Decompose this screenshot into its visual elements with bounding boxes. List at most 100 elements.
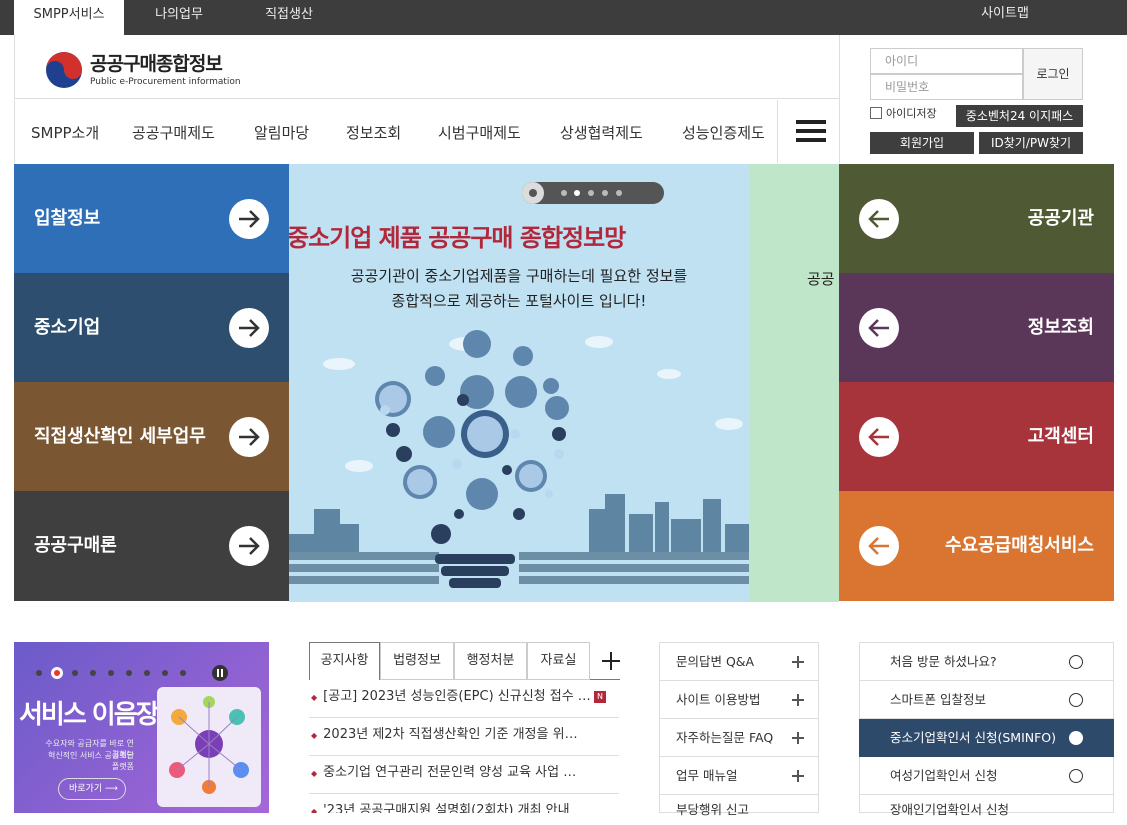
- chevron-right-circle-icon: [1069, 655, 1083, 669]
- main-nav: SMPP소개 공공구매제도 알림마당 정보조회 시범구매제도 상생협력제도 성능…: [14, 100, 839, 163]
- hamburger-menu-icon[interactable]: [777, 100, 840, 163]
- tile-procurement-loan[interactable]: 공공구매론: [14, 491, 289, 601]
- tile-bid-info[interactable]: 입찰정보: [14, 164, 289, 273]
- tab-admin-action[interactable]: 행정처분: [454, 642, 527, 680]
- shortcut-button[interactable]: 바로가기 ⟶: [58, 778, 126, 800]
- link-manual[interactable]: 업무 매뉴얼: [659, 757, 819, 795]
- slide-dot[interactable]: [36, 670, 42, 676]
- pager-dot-active[interactable]: [574, 190, 580, 196]
- slide-dot[interactable]: [180, 670, 186, 676]
- arrow-left-icon: [859, 526, 899, 566]
- more-plus-icon[interactable]: [600, 650, 622, 672]
- tab-law-info[interactable]: 법령정보: [380, 642, 454, 680]
- chevron-right-circle-icon: [1069, 769, 1083, 783]
- arrow-right-icon: [229, 526, 269, 566]
- slide-dot[interactable]: [72, 670, 78, 676]
- find-id-pw-button[interactable]: ID찾기/PW찾기: [979, 132, 1083, 154]
- slide-dot[interactable]: [144, 670, 150, 676]
- logo-subtitle: Public e-Procurement information: [90, 77, 241, 87]
- pager-dot[interactable]: [602, 190, 608, 196]
- notice-item[interactable]: ◆ 중소기업 연구관리 전문인력 양성 교육 사업 …: [309, 756, 619, 794]
- arrow-left-icon: [859, 417, 899, 457]
- save-id-checkbox[interactable]: 아이디저장: [870, 105, 937, 121]
- notice-item[interactable]: ◆ 2023년 제2차 직접생산확인 기준 개정을 위…: [309, 718, 619, 756]
- play-icon: [529, 189, 537, 197]
- arrow-left-icon: [859, 308, 899, 348]
- arrow-right-icon: [229, 417, 269, 457]
- tab-archive[interactable]: 자료실: [527, 642, 590, 680]
- sitemap-link[interactable]: 사이트맵: [960, 0, 1050, 28]
- quick-first-visit[interactable]: 처음 방문 하셨나요?: [859, 642, 1114, 681]
- tile-label: 직접생산확인 세부업무: [34, 426, 206, 447]
- tile-customer-center[interactable]: 고객센터: [839, 382, 1114, 491]
- new-badge: N: [594, 691, 606, 703]
- slide-dot[interactable]: [90, 670, 96, 676]
- checkbox-icon[interactable]: [870, 107, 882, 119]
- pager-dot[interactable]: [561, 190, 567, 196]
- plus-icon: [792, 732, 804, 744]
- slide-dot[interactable]: [126, 670, 132, 676]
- logo-title[interactable]: 공공구매종합정보: [90, 49, 223, 76]
- pager-play-button[interactable]: [522, 182, 544, 204]
- nav-notice[interactable]: 알림마당: [254, 100, 309, 163]
- nav-info-search[interactable]: 정보조회: [346, 100, 401, 163]
- top-tab-smpp[interactable]: SMPP서비스: [14, 0, 124, 35]
- chevron-right-circle-icon: [1069, 731, 1083, 745]
- pager-dot[interactable]: [588, 190, 594, 196]
- arrow-right-icon: [229, 199, 269, 239]
- slide-dot[interactable]: [162, 670, 168, 676]
- service-banner-text-2: 혁신적인 서비스 공공조달 플랫폼: [47, 751, 134, 771]
- slide-dot[interactable]: [108, 670, 114, 676]
- quick-disabled-enterprise[interactable]: 장애인기업확인서 신청: [859, 795, 1114, 817]
- plus-icon: [792, 694, 804, 706]
- nav-performance-cert[interactable]: 성능인증제도: [682, 100, 765, 163]
- easypass-button[interactable]: 중소벤처24 이지패스: [956, 105, 1083, 127]
- top-tab-direct[interactable]: 직접생산: [234, 0, 344, 35]
- login-box: 아이디 비밀번호 로그인 아이디저장 중소벤처24 이지패스 회원가입 ID찾기…: [839, 35, 1127, 163]
- notice-item[interactable]: ◆ '23년 공공구매지원 설명회(2회차) 개최 안내: [309, 794, 619, 813]
- tile-label: 수요공급매칭서비스: [944, 535, 1094, 556]
- link-qna[interactable]: 문의답변 Q&A: [659, 642, 819, 681]
- tab-notice[interactable]: 공지사항: [309, 642, 380, 680]
- nav-pilot-purchase[interactable]: 시범구매제도: [438, 100, 521, 163]
- main-banner[interactable]: 중소기업 제품 공공구매 종합정보망 공공기관이 중소기업제품을 구매하는데 필…: [289, 164, 749, 602]
- quick-sme-certificate[interactable]: 중소기업확인서 신청(SMINFO): [859, 719, 1114, 757]
- login-button[interactable]: 로그인: [1023, 48, 1083, 100]
- pager-dot[interactable]: [616, 190, 622, 196]
- top-tab-mywork[interactable]: 나의업무: [124, 0, 234, 35]
- shortcut-label: 바로가기: [69, 784, 103, 794]
- arrow-left-icon: [859, 199, 899, 239]
- plus-icon: [792, 770, 804, 782]
- tile-label: 입찰정보: [34, 208, 101, 229]
- tile-public-institution[interactable]: 공공기관: [839, 164, 1114, 273]
- tile-label: 고객센터: [1027, 426, 1094, 447]
- tile-label: 공공구매론: [34, 535, 117, 556]
- save-id-label: 아이디저장: [886, 107, 937, 120]
- tile-info-search[interactable]: 정보조회: [839, 273, 1114, 382]
- nav-smpp-intro[interactable]: SMPP소개: [31, 100, 99, 163]
- tile-matching-service[interactable]: 수요공급매칭서비스: [839, 491, 1114, 601]
- tile-label: 중소기업: [34, 317, 101, 338]
- plus-icon: [792, 656, 804, 668]
- slide-dot-active[interactable]: [54, 670, 60, 676]
- tile-label: 정보조회: [1027, 317, 1094, 338]
- join-button[interactable]: 회원가입: [870, 132, 974, 154]
- tile-direct-production[interactable]: 직접생산확인 세부업무: [14, 382, 289, 491]
- pause-icon[interactable]: [212, 665, 228, 681]
- next-banner-text: 공공: [807, 270, 835, 288]
- id-input[interactable]: 아이디: [870, 48, 1023, 74]
- quick-smartphone-bid[interactable]: 스마트폰 입찰정보: [859, 681, 1114, 719]
- quick-women-enterprise[interactable]: 여성기업확인서 신청: [859, 757, 1114, 795]
- nav-win-win[interactable]: 상생협력제도: [560, 100, 643, 163]
- tile-sme[interactable]: 중소기업: [14, 273, 289, 382]
- link-site-guide[interactable]: 사이트 이용방법: [659, 681, 819, 719]
- top-bar: SMPP서비스 나의업무 직접생산 사이트맵: [0, 0, 1127, 35]
- chevron-right-circle-icon: [1069, 693, 1083, 707]
- link-faq[interactable]: 자주하는질문 FAQ: [659, 719, 819, 757]
- password-input[interactable]: 비밀번호: [870, 74, 1023, 100]
- notice-item[interactable]: ◆ [공고] 2023년 성능인증(EPC) 신규신청 접수 …: [309, 680, 619, 718]
- link-report[interactable]: 부당행위 신고: [659, 795, 819, 817]
- nav-procurement-system[interactable]: 공공구매제도: [132, 100, 215, 163]
- taegeuk-logo-icon[interactable]: [45, 51, 83, 89]
- service-banner[interactable]: 서비스 이음장터 수요자와 공급자를 바로 연결해는 혁신적인 서비스 공공조달…: [14, 642, 269, 813]
